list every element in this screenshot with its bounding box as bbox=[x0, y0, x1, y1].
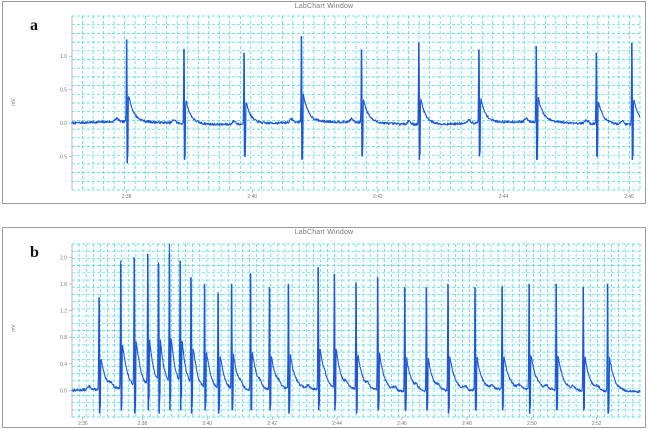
y-tick-label: 0.8 bbox=[60, 335, 67, 341]
beat-spike bbox=[403, 287, 407, 411]
beat-spike bbox=[217, 293, 220, 414]
beat-spike bbox=[535, 46, 538, 160]
y-tick-label: 2.0 bbox=[60, 255, 67, 261]
beat-spike bbox=[501, 287, 504, 411]
y-tick-label: 1.0 bbox=[60, 54, 67, 60]
panel-label-b: b bbox=[30, 244, 39, 261]
beat-spike bbox=[317, 267, 320, 411]
beat-spike bbox=[98, 297, 101, 414]
beat-spike bbox=[360, 49, 363, 157]
y-axis-label: mV bbox=[11, 324, 17, 332]
y-tick-label: 0.4 bbox=[60, 362, 67, 368]
grid-a bbox=[71, 15, 641, 191]
beat-spike bbox=[183, 49, 186, 160]
beat-spike bbox=[119, 263, 123, 411]
beat-spike bbox=[355, 283, 358, 414]
beat-spike bbox=[230, 283, 233, 411]
chart-panel-b: LabChart Window 2.0 1.6 1.2 0.8 0.4 0.0 2:36 2:… bbox=[2, 227, 646, 428]
x-tick-label: 2:44 bbox=[499, 194, 509, 200]
beat-spike bbox=[582, 287, 585, 411]
beat-spike bbox=[179, 260, 182, 411]
x-tick-label: 2:38 bbox=[122, 194, 132, 200]
beat-spike bbox=[474, 287, 477, 411]
beat-spike bbox=[555, 283, 558, 411]
x-tick-label: 2:36 bbox=[78, 421, 88, 427]
beat-spike bbox=[125, 39, 129, 164]
x-tick-label: 2:40 bbox=[247, 194, 257, 200]
beat-spike bbox=[133, 257, 136, 414]
beat-spike bbox=[300, 36, 303, 160]
beat-spike bbox=[595, 52, 598, 157]
y-tick-label: -0.5 bbox=[58, 155, 67, 161]
x-tick-label: 2:42 bbox=[373, 194, 383, 200]
beat-spike bbox=[447, 283, 450, 414]
y-tick-label: 0.0 bbox=[60, 388, 67, 394]
x-tick-label: 2:40 bbox=[202, 421, 212, 427]
y-tick-label: 0.5 bbox=[60, 88, 67, 94]
beat-spike bbox=[190, 277, 193, 414]
beat-spike bbox=[243, 52, 246, 157]
beat-spike bbox=[606, 283, 609, 414]
beat-spike bbox=[268, 287, 271, 411]
beat-spike bbox=[425, 287, 428, 411]
beat-spike bbox=[418, 42, 421, 160]
beat-spike bbox=[631, 42, 634, 160]
x-tick-label: 2:50 bbox=[527, 421, 537, 427]
beat-spike bbox=[528, 283, 531, 414]
x-tick-label: 2:38 bbox=[137, 421, 147, 427]
x-tick-label: 2:48 bbox=[462, 421, 472, 427]
x-tick-label: 2:44 bbox=[332, 421, 342, 427]
beat-spike bbox=[478, 49, 481, 157]
beat-spike bbox=[249, 273, 252, 411]
beat-spike bbox=[203, 283, 206, 411]
beat-spike bbox=[287, 283, 290, 414]
beat-spike bbox=[333, 273, 336, 411]
chart-panel-a: LabChart Window 1.0 0.5 0.0 -0.5 2:38 2:40 2:4… bbox=[2, 1, 646, 204]
beat-spike bbox=[146, 253, 150, 411]
y-tick-label: 1.6 bbox=[60, 282, 67, 288]
x-tick-label: 2:46 bbox=[624, 194, 634, 200]
beat-spike bbox=[376, 277, 380, 411]
y-tick-label: 0.0 bbox=[60, 121, 67, 127]
beat-spike bbox=[157, 263, 160, 414]
chart-b: 2.0 1.6 1.2 0.8 0.4 0.0 2:36 2:38 2:40 2:42 2:44 2:… bbox=[11, 243, 641, 427]
x-tick-label: 2:46 bbox=[397, 421, 407, 427]
y-tick-label: 1.2 bbox=[60, 309, 67, 315]
y-axis-label: mV bbox=[11, 98, 17, 106]
chart-a: 1.0 0.5 0.0 -0.5 2:38 2:40 2:42 2:44 2:46 mV bbox=[11, 15, 641, 200]
x-tick-label: 2:52 bbox=[592, 421, 602, 427]
x-tick-label: 2:42 bbox=[267, 421, 277, 427]
panel-label-a: a bbox=[30, 17, 38, 34]
beat-spike bbox=[168, 253, 171, 411]
